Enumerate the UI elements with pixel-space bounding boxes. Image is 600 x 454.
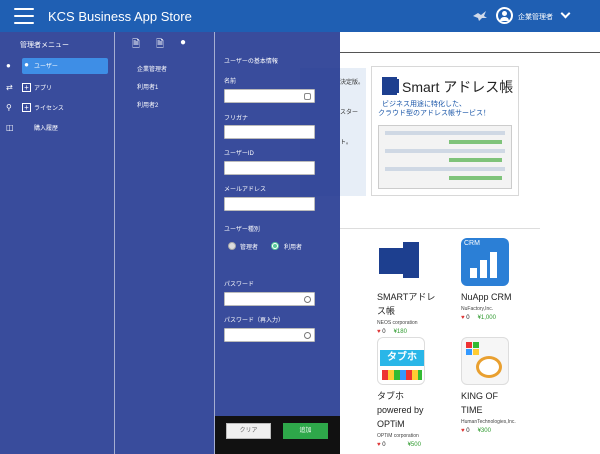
app-vendor: OPTiM corporation — [377, 433, 419, 439]
nuapp-crm-app-icon[interactable]: CRM — [461, 238, 509, 286]
user-list-item[interactable]: 利用者1 — [137, 82, 158, 91]
sidebar-item-license[interactable]: ⚲ + ライセンス — [4, 100, 109, 116]
usertype-label: ユーザー種別 — [224, 227, 260, 233]
heart-icon[interactable]: ♥ — [377, 329, 381, 335]
name-label: 名前 — [224, 79, 237, 85]
download-document-icon[interactable]: 🗎 — [156, 37, 168, 51]
form-heading: ユーザーの基本情報 — [224, 59, 278, 65]
panel-divider — [214, 32, 215, 454]
add-button[interactable]: 追加 — [283, 423, 328, 439]
user-icon: ● — [6, 61, 11, 70]
add-user-icon[interactable]: ● — [180, 37, 192, 51]
banner-subtitle-2: クラウド型のアドレス帳サービス！ — [378, 110, 490, 117]
password-confirm-label: パスワード（再入力） — [224, 318, 285, 324]
app-card[interactable]: SMARTアドレ ス帳 NEOS corporation ♥ 0 ¥180 — [377, 238, 457, 335]
name-field[interactable] — [224, 89, 315, 103]
add-document-icon[interactable]: 🗎 — [132, 37, 144, 51]
heart-icon[interactable]: ♥ — [461, 428, 465, 434]
app-meta: ♥ 0 ¥500 — [377, 442, 421, 448]
kana-field[interactable] — [224, 125, 315, 139]
app-name[interactable]: SMARTアドレ ス帳 — [377, 290, 457, 318]
usertype-admin-label[interactable]: 管理者 — [240, 242, 258, 251]
usertype-user-label[interactable]: 利用者 — [284, 242, 302, 251]
app-price: ¥300 — [477, 428, 491, 434]
app-card[interactable]: CRM NuApp CRM NuFactory,Inc. ♥ 0 ¥1,000 — [461, 238, 541, 321]
store-divider — [340, 52, 600, 53]
app-vendor: NEOS corporation — [377, 320, 418, 326]
chevron-down-icon[interactable] — [560, 8, 571, 19]
user-small-icon: ● — [24, 60, 29, 69]
usertype-user-radio[interactable] — [271, 242, 279, 250]
show-password-icon[interactable] — [304, 296, 311, 303]
banner-left-text: 決定版。 — [340, 80, 365, 86]
sidebar-item-apps[interactable]: ⇄ + アプリ — [4, 80, 109, 96]
email-field[interactable] — [224, 197, 315, 211]
book-icon: ◫ — [6, 123, 14, 132]
app-meta: ♥ 0 ¥180 — [377, 329, 407, 335]
account-icon[interactable] — [496, 7, 513, 24]
app-meta: ♥ 0 ¥300 — [461, 428, 491, 434]
app-price: ¥180 — [393, 329, 407, 335]
hamburger-menu-icon[interactable] — [14, 8, 34, 24]
userid-label: ユーザーID — [224, 151, 254, 157]
plus-icon: + — [22, 83, 31, 92]
bird-icon[interactable] — [472, 9, 488, 23]
app-title: KCS Business App Store — [48, 9, 192, 24]
app-card[interactable]: KING OF TIME HumanTechnologies,Inc. ♥ 0 ¥… — [461, 337, 541, 434]
app-vendor: HumanTechnologies,Inc. — [461, 419, 516, 425]
app-meta: ♥ 0 ¥1,000 — [461, 315, 496, 321]
apps-divider — [340, 228, 540, 229]
app-name[interactable]: KING OF TIME — [461, 389, 541, 417]
kana-label: フリガナ — [224, 116, 249, 122]
tapuho-app-icon[interactable]: タブホ — [377, 337, 425, 385]
sidebar-item-purchase-history[interactable]: ◫ 購入履歴 — [4, 120, 109, 136]
smart-address-app-icon[interactable] — [377, 238, 425, 286]
banner-left-text2: スタート。 — [340, 110, 359, 146]
nuapp-icon-label: CRM — [464, 240, 480, 247]
user-name[interactable]: 企業管理者 — [518, 12, 553, 22]
app-name[interactable]: NuApp CRM — [461, 290, 541, 304]
king-of-time-app-icon[interactable] — [461, 337, 509, 385]
password-field[interactable] — [224, 292, 315, 306]
banner-title: Smart アドレス帳 — [402, 79, 514, 95]
banner-screenshot — [378, 125, 512, 189]
sidebar-item-users[interactable]: ● ● ユーザー — [4, 58, 109, 74]
heart-icon[interactable]: ♥ — [377, 442, 381, 448]
panel-divider — [114, 32, 115, 454]
userid-field[interactable] — [224, 161, 315, 175]
contact-card-icon — [304, 93, 311, 100]
password-label: パスワード — [224, 282, 255, 288]
app-card[interactable]: タブホ タブホ powered by OPTiM OPTiM corporati… — [377, 337, 457, 448]
user-list-item[interactable]: 企業管理者 — [137, 64, 167, 73]
usertype-admin-radio[interactable] — [228, 242, 236, 250]
app-price: ¥500 — [407, 442, 421, 448]
app-price: ¥1,000 — [477, 315, 496, 321]
plus-icon: + — [22, 103, 31, 112]
user-list-item[interactable]: 利用者2 — [137, 100, 158, 109]
show-password-icon[interactable] — [304, 332, 311, 339]
app-name[interactable]: タブホ powered by OPTiM — [377, 389, 457, 431]
smart-logo-icon — [382, 77, 399, 95]
clear-button[interactable]: クリア — [226, 423, 271, 439]
top-header: KCS Business App Store 企業管理者 — [0, 0, 600, 32]
email-label: メールアドレス — [224, 187, 267, 193]
heart-icon[interactable]: ♥ — [461, 315, 465, 321]
banner-smart-address[interactable]: Smart アドレス帳 ビジネス用途に特化した、 クラウド型のアドレス帳サービス… — [371, 66, 519, 196]
user-actions-toolbar: 🗎 🗎 ● — [132, 37, 202, 51]
key-icon: ⚲ — [6, 103, 12, 112]
swap-icon: ⇄ — [6, 83, 13, 92]
app-vendor: NuFactory,Inc. — [461, 306, 494, 312]
password-confirm-field[interactable] — [224, 328, 315, 342]
admin-menu-heading: 管理者メニュー — [20, 42, 69, 49]
